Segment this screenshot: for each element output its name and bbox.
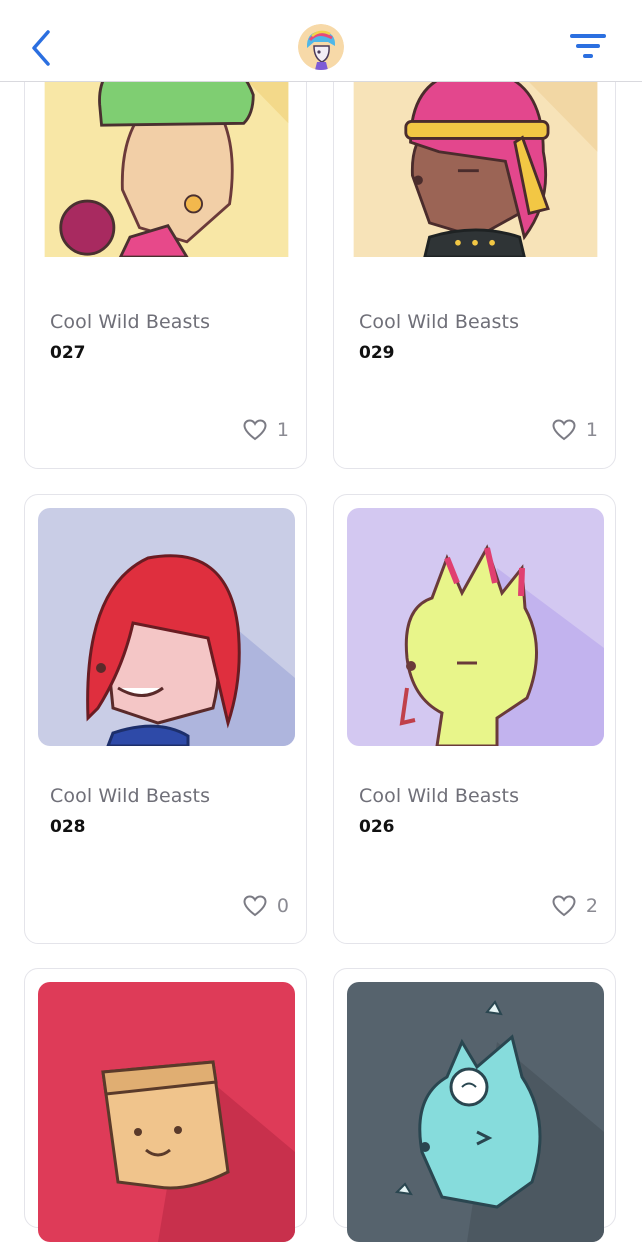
- collection-name: Cool Wild Beasts: [359, 785, 520, 807]
- heart-icon: [243, 895, 267, 917]
- collection-name: Cool Wild Beasts: [50, 785, 211, 807]
- like-count: 1: [276, 419, 289, 441]
- beast-art: [347, 508, 604, 746]
- nft-card[interactable]: Cool Wild Beasts 027 1: [24, 18, 307, 469]
- token-id: 029: [359, 343, 395, 363]
- like-count: 0: [276, 895, 289, 917]
- heart-icon: [243, 419, 267, 441]
- nft-grid: Cool Wild Beasts 027 1 Cool Wild Beasts …: [0, 0, 642, 1242]
- heart-icon: [552, 895, 576, 917]
- nft-image[interactable]: [38, 508, 295, 746]
- nft-card[interactable]: [24, 968, 307, 1242]
- collection-avatar[interactable]: [298, 24, 344, 70]
- nft-image[interactable]: [38, 982, 295, 1242]
- like-button[interactable]: 1: [552, 419, 598, 441]
- back-button[interactable]: [24, 28, 60, 68]
- nft-image[interactable]: [347, 982, 604, 1242]
- beast-art: [38, 508, 295, 746]
- like-button[interactable]: 2: [552, 895, 598, 917]
- like-button[interactable]: 0: [243, 895, 289, 917]
- token-id: 028: [50, 817, 86, 837]
- nft-card[interactable]: Cool Wild Beasts 029 1: [333, 18, 616, 469]
- filter-lines-icon: [570, 34, 606, 58]
- top-bar: [0, 0, 642, 82]
- nft-card[interactable]: Cool Wild Beasts 028 0: [24, 494, 307, 944]
- like-count: 1: [585, 419, 598, 441]
- collection-name: Cool Wild Beasts: [50, 311, 211, 333]
- beast-art: [38, 982, 295, 1242]
- nft-card[interactable]: Cool Wild Beasts 026 2: [333, 494, 616, 944]
- token-id: 026: [359, 817, 395, 837]
- nft-card[interactable]: [333, 968, 616, 1242]
- token-id: 027: [50, 343, 86, 363]
- beast-art: [347, 982, 604, 1242]
- beast-avatar-icon: [298, 24, 344, 70]
- like-count: 2: [585, 895, 598, 917]
- collection-name: Cool Wild Beasts: [359, 311, 520, 333]
- filter-button[interactable]: [566, 30, 610, 64]
- nft-image[interactable]: [347, 508, 604, 746]
- like-button[interactable]: 1: [243, 419, 289, 441]
- chevron-left-icon: [32, 30, 50, 66]
- heart-icon: [552, 419, 576, 441]
